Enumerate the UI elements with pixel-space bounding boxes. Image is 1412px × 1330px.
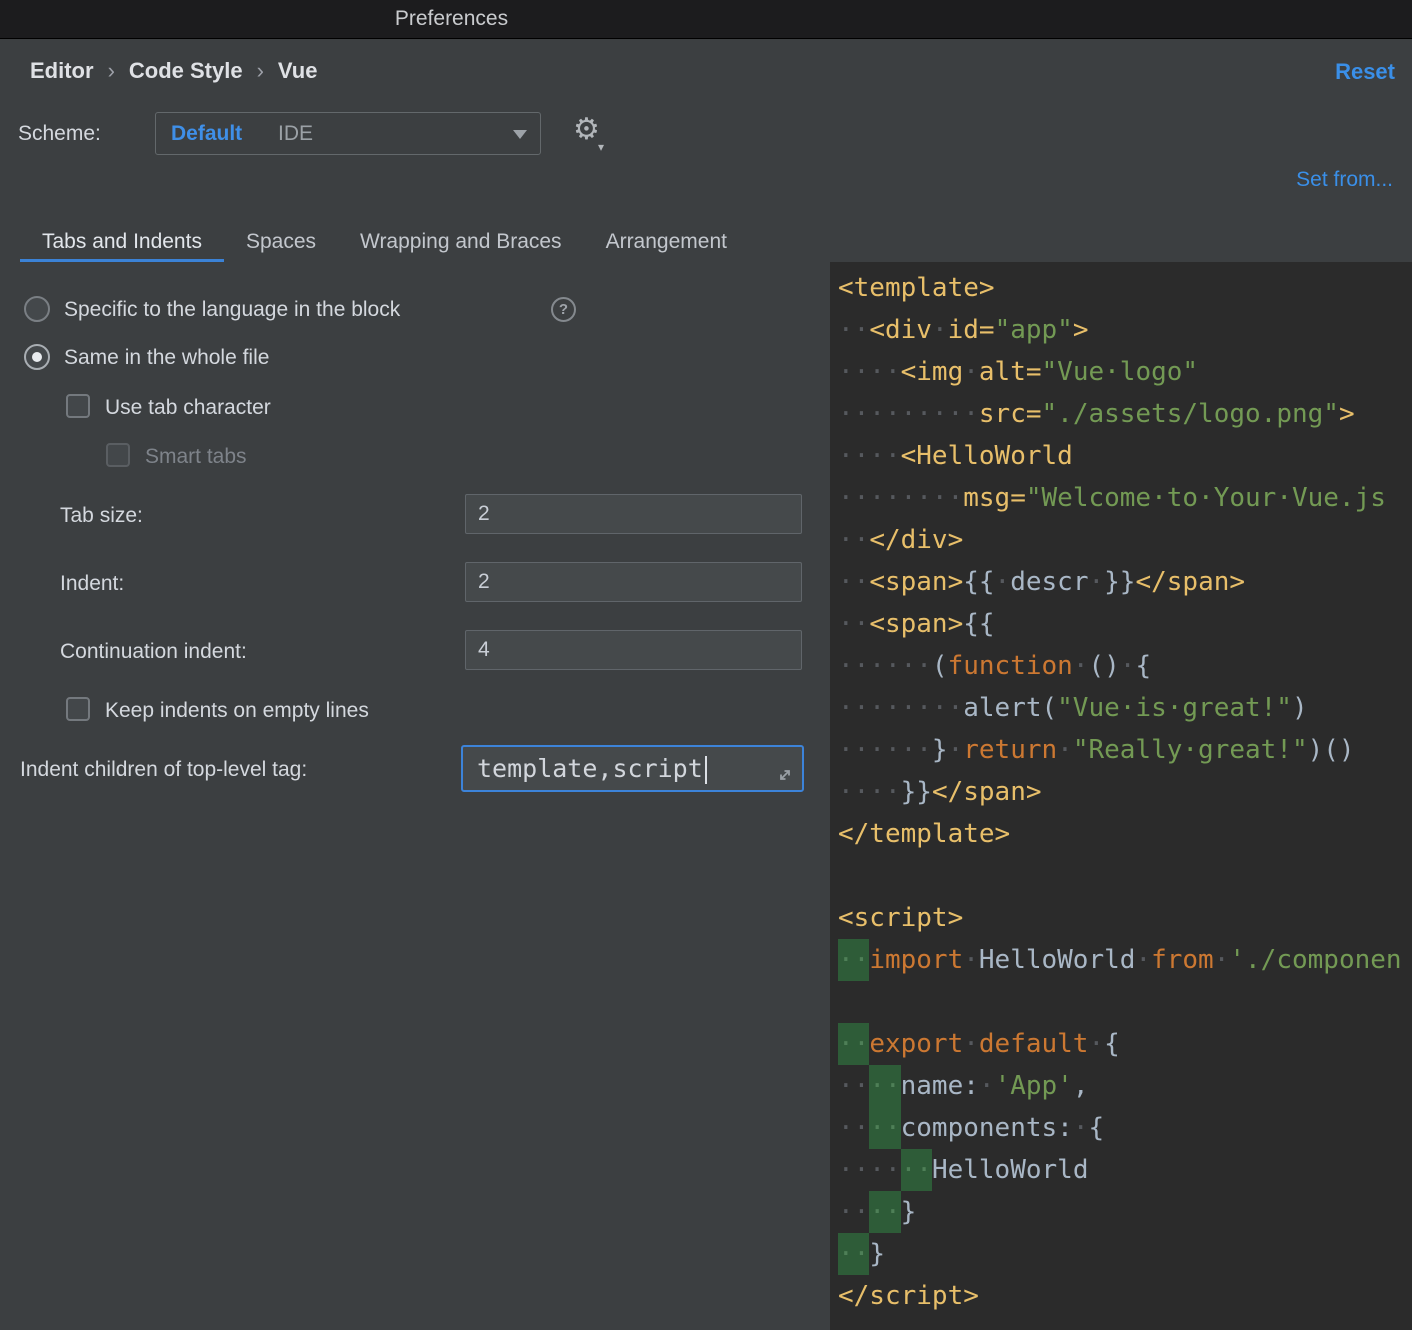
use-tab-character-checkbox[interactable] bbox=[66, 394, 90, 418]
tab-wrapping-and-braces[interactable]: Wrapping and Braces bbox=[338, 222, 584, 262]
scheme-select[interactable]: Default IDE bbox=[155, 112, 541, 155]
code-line: ····<HelloWorld bbox=[838, 435, 1412, 477]
gear-caret-icon: ▾ bbox=[598, 140, 604, 154]
code-line: ··<span>{{ bbox=[838, 603, 1412, 645]
use-tab-character-label: Use tab character bbox=[105, 395, 271, 421]
breadcrumb-item-vue[interactable]: Vue bbox=[278, 58, 318, 84]
tab-arrangement[interactable]: Arrangement bbox=[584, 222, 749, 262]
indent-input[interactable] bbox=[465, 562, 802, 602]
indent-children-input[interactable]: template,script bbox=[461, 745, 804, 792]
code-line: </template> bbox=[838, 813, 1412, 855]
code-line: <template> bbox=[838, 267, 1412, 309]
tab-bar: Tabs and IndentsSpacesWrapping and Brace… bbox=[20, 222, 749, 262]
smart-tabs-checkbox[interactable] bbox=[106, 443, 130, 467]
breadcrumb-separator: › bbox=[108, 58, 115, 84]
indent-children-value: template,script bbox=[477, 754, 703, 783]
text-cursor bbox=[705, 756, 707, 784]
reset-link[interactable]: Reset bbox=[1335, 59, 1395, 85]
code-line: ····<img·alt="Vue·logo" bbox=[838, 351, 1412, 393]
code-line: </script> bbox=[838, 1275, 1412, 1317]
radio-specific-language[interactable] bbox=[24, 296, 50, 322]
code-line: ····}}</span> bbox=[838, 771, 1412, 813]
code-line: ····components:·{ bbox=[838, 1107, 1412, 1149]
radio-same-whole-file[interactable] bbox=[24, 344, 50, 370]
code-line: ··<span>{{·descr·}}</span> bbox=[838, 561, 1412, 603]
expand-field-icon[interactable] bbox=[775, 765, 795, 785]
code-line: ······}·return·"Really·great!")() bbox=[838, 729, 1412, 771]
breadcrumb-item-code-style[interactable]: Code Style bbox=[129, 58, 243, 84]
code-line: ·········src="./assets/logo.png"> bbox=[838, 393, 1412, 435]
keep-indents-label: Keep indents on empty lines bbox=[105, 698, 369, 724]
code-line: ··} bbox=[838, 1233, 1412, 1275]
radio-specific-language-label: Specific to the language in the block bbox=[64, 297, 400, 323]
code-line: ··<div·id="app"> bbox=[838, 309, 1412, 351]
tab-tabs-and-indents[interactable]: Tabs and Indents bbox=[20, 222, 224, 262]
breadcrumb: Editor › Code Style › Vue bbox=[30, 58, 317, 84]
code-line: ········msg="Welcome·to·Your·Vue.js bbox=[838, 477, 1412, 519]
help-icon[interactable]: ? bbox=[551, 297, 576, 322]
scheme-value-suffix: IDE bbox=[278, 113, 313, 154]
tab-size-label: Tab size: bbox=[60, 503, 143, 529]
code-line: ······(function·()·{ bbox=[838, 645, 1412, 687]
code-line: ········alert("Vue·is·great!") bbox=[838, 687, 1412, 729]
window-title: Preferences bbox=[0, 0, 903, 38]
tab-size-input[interactable] bbox=[465, 494, 802, 534]
continuation-indent-label: Continuation indent: bbox=[60, 639, 247, 665]
keep-indents-checkbox[interactable] bbox=[66, 697, 90, 721]
breadcrumb-item-editor[interactable]: Editor bbox=[30, 58, 94, 84]
code-line bbox=[838, 855, 1412, 897]
breadcrumb-separator: › bbox=[257, 58, 264, 84]
code-preview: <template>··<div·id="app">····<img·alt="… bbox=[830, 262, 1412, 1330]
code-line: ··</div> bbox=[838, 519, 1412, 561]
scheme-label: Scheme: bbox=[18, 121, 101, 147]
code-line: ····} bbox=[838, 1191, 1412, 1233]
continuation-indent-input[interactable] bbox=[465, 630, 802, 670]
scheme-value: Default bbox=[171, 113, 242, 154]
code-line: ··import·HelloWorld·from·'./componen bbox=[838, 939, 1412, 981]
title-bar: Preferences bbox=[0, 0, 1412, 39]
code-line bbox=[838, 981, 1412, 1023]
chevron-down-icon bbox=[513, 130, 527, 139]
radio-same-whole-file-label: Same in the whole file bbox=[64, 345, 269, 371]
code-line: ····name:·'App', bbox=[838, 1065, 1412, 1107]
code-line: ··export·default·{ bbox=[838, 1023, 1412, 1065]
gear-icon[interactable]: ⚙ bbox=[573, 113, 600, 147]
tab-spaces[interactable]: Spaces bbox=[224, 222, 338, 262]
code-line: <script> bbox=[838, 897, 1412, 939]
set-from-link[interactable]: Set from... bbox=[1296, 168, 1393, 192]
code-line: ······HelloWorld bbox=[838, 1149, 1412, 1191]
indent-children-label: Indent children of top-level tag: bbox=[20, 757, 307, 783]
smart-tabs-label: Smart tabs bbox=[145, 444, 247, 470]
indent-label: Indent: bbox=[60, 571, 124, 597]
